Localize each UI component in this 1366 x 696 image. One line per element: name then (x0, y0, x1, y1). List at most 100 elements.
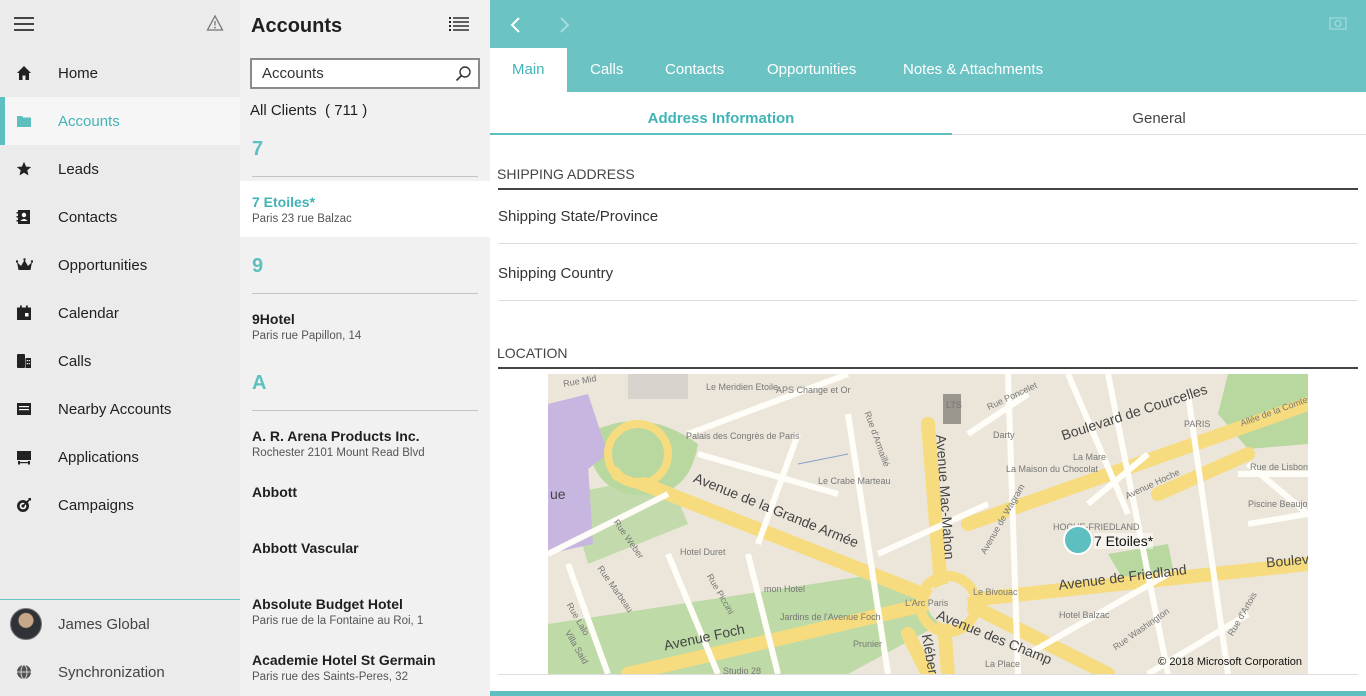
nav-item-leads[interactable]: Leads (0, 145, 240, 193)
count-badge: ( 711 ) (325, 102, 368, 119)
account-detail-pane: Main Calls Contacts Opportunities Notes … (490, 0, 1366, 696)
map-poi-label: Darty (993, 430, 1015, 440)
tab-notes-attachments[interactable]: Notes & Attachments (881, 48, 1065, 92)
camera-icon[interactable] (1328, 14, 1348, 37)
nearby-icon (0, 402, 58, 416)
nav-item-label: Accounts (58, 112, 120, 130)
nav-item-home[interactable]: Home (0, 49, 240, 97)
map-poi-label: La Place (985, 659, 1021, 669)
map-poi-label: LTS (946, 400, 962, 410)
map-poi-label: Studio 28 (723, 666, 762, 674)
map-poi-label: mon Hotel (764, 584, 806, 594)
nav-item-label: Home (58, 64, 99, 82)
warning-icon[interactable] (206, 14, 224, 37)
avatar (10, 608, 42, 640)
nav-item-accounts[interactable]: Accounts (0, 97, 240, 145)
search-icon[interactable] (455, 65, 472, 87)
field-shipping-country[interactable]: Shipping Country (498, 265, 613, 282)
map-pin-label: 7 Etoiles* (1094, 533, 1154, 549)
list-item[interactable]: Absolute Budget Hotel Paris rue de la Fo… (240, 582, 490, 638)
map-poi-label: Hotel Duret (680, 547, 726, 557)
nav-item-label: Synchronization (58, 663, 165, 681)
map-poi-label: Jardins de l'Avenue Foch (780, 612, 881, 622)
nav-item-label: Campaigns (58, 496, 134, 514)
account-name: Abbott (252, 484, 298, 500)
group-header[interactable]: A (252, 372, 266, 395)
group-divider (252, 176, 478, 177)
map-poi-label: Rue de Lisbonne (1250, 462, 1308, 472)
map-poi-label: La Mare (1073, 452, 1107, 462)
bottom-accent-bar (490, 691, 1366, 696)
account-name: A. R. Arena Products Inc. (252, 428, 420, 444)
search-input[interactable] (252, 60, 442, 87)
back-arrow-icon[interactable] (508, 14, 524, 41)
list-item[interactable]: 7 Etoiles* Paris 23 rue Balzac (240, 181, 490, 237)
tab-opportunities[interactable]: Opportunities (745, 48, 878, 92)
nav-item-label: Nearby Accounts (58, 400, 172, 418)
location-map[interactable]: Avenue de la Grande Armée Avenue Mac-Mah… (548, 374, 1308, 674)
section-divider (498, 188, 1358, 190)
search-box (250, 58, 480, 89)
account-address: Paris 23 rue Balzac (252, 213, 352, 225)
applications-icon (0, 450, 58, 465)
list-view-icon[interactable] (449, 17, 469, 36)
account-address: Rochester 2101 Mount Read Blvd (252, 447, 425, 459)
nav-item-nearby-accounts[interactable]: Nearby Accounts (0, 385, 240, 433)
nav-item-opportunities[interactable]: Opportunities (0, 241, 240, 289)
nav-item-campaigns[interactable]: Campaigns (0, 481, 240, 529)
hamburger-menu-icon[interactable] (14, 14, 34, 32)
calendar-icon (0, 305, 58, 321)
map-poi-label: La Maison du Chocolat (1006, 464, 1099, 474)
detail-header: Main Calls Contacts Opportunities Notes … (490, 0, 1366, 92)
globe-icon (0, 664, 58, 680)
nav-item-contacts[interactable]: Contacts (0, 193, 240, 241)
nav-item-label: Leads (58, 160, 99, 178)
tab-contacts[interactable]: Contacts (643, 48, 746, 92)
nav-item-label: Contacts (58, 208, 118, 226)
account-name: 7 Etoiles* (252, 194, 316, 210)
list-item[interactable]: Abbott (240, 470, 490, 526)
list-item[interactable]: Abbott Vascular (240, 526, 490, 582)
field-shipping-state[interactable]: Shipping State/Province (498, 208, 658, 225)
map-poi-label: Hotel Balzac (1059, 610, 1110, 620)
contacts-icon (0, 209, 58, 225)
account-name: Academie Hotel St Germain (252, 652, 436, 668)
group-header[interactable]: 9 (252, 255, 263, 278)
map-copyright: © 2018 Microsoft Corporation (1158, 656, 1302, 668)
accounts-icon (0, 114, 58, 128)
map-poi-label: L'Arc Paris (905, 598, 949, 608)
field-divider (498, 300, 1358, 301)
list-item[interactable]: A. R. Arena Products Inc. Rochester 2101… (240, 414, 490, 470)
group-divider (252, 410, 478, 411)
home-icon (0, 65, 58, 81)
nav-item-synchronization[interactable]: Synchronization (0, 648, 240, 696)
map-poi-label: Le Crabe Marteau (818, 476, 891, 486)
account-name: Abbott Vascular (252, 540, 359, 556)
navigation-pane: Home Accounts Leads Contacts Opportuniti… (0, 0, 240, 696)
map-pin[interactable] (1063, 525, 1093, 555)
tab-main[interactable]: Main (490, 48, 567, 92)
nav-item-calendar[interactable]: Calendar (0, 289, 240, 337)
list-item[interactable]: Academie Hotel St Germain Paris rue des … (240, 638, 490, 694)
account-name: Absolute Budget Hotel (252, 596, 403, 612)
group-divider (252, 293, 478, 294)
group-header[interactable]: 7 (252, 138, 263, 161)
nav-item-calls[interactable]: Calls (0, 337, 240, 385)
crown-icon (0, 258, 58, 272)
account-address: Paris rue des Saints-Peres, 32 (252, 671, 408, 683)
tab-calls[interactable]: Calls (568, 48, 645, 92)
account-address: Paris rue de la Fontaine au Roi, 1 (252, 615, 424, 627)
nav-item-applications[interactable]: Applications (0, 433, 240, 481)
map-poi-label: APS Change et Or (776, 385, 851, 395)
map-poi-label: Prunier (853, 639, 883, 649)
forward-arrow-icon[interactable] (556, 14, 572, 41)
campaigns-icon (0, 497, 58, 513)
calls-icon (0, 353, 58, 369)
user-profile[interactable]: James Global (0, 600, 240, 648)
list-item[interactable]: 9Hotel Paris rue Papillon, 14 (240, 297, 490, 353)
subtab-address-information[interactable]: Address Information (490, 100, 952, 135)
subtab-general[interactable]: General (952, 100, 1366, 135)
map-poi-label: Le Bivouac (973, 587, 1018, 597)
user-name: James Global (58, 615, 150, 633)
nav-item-label: Applications (58, 448, 139, 466)
